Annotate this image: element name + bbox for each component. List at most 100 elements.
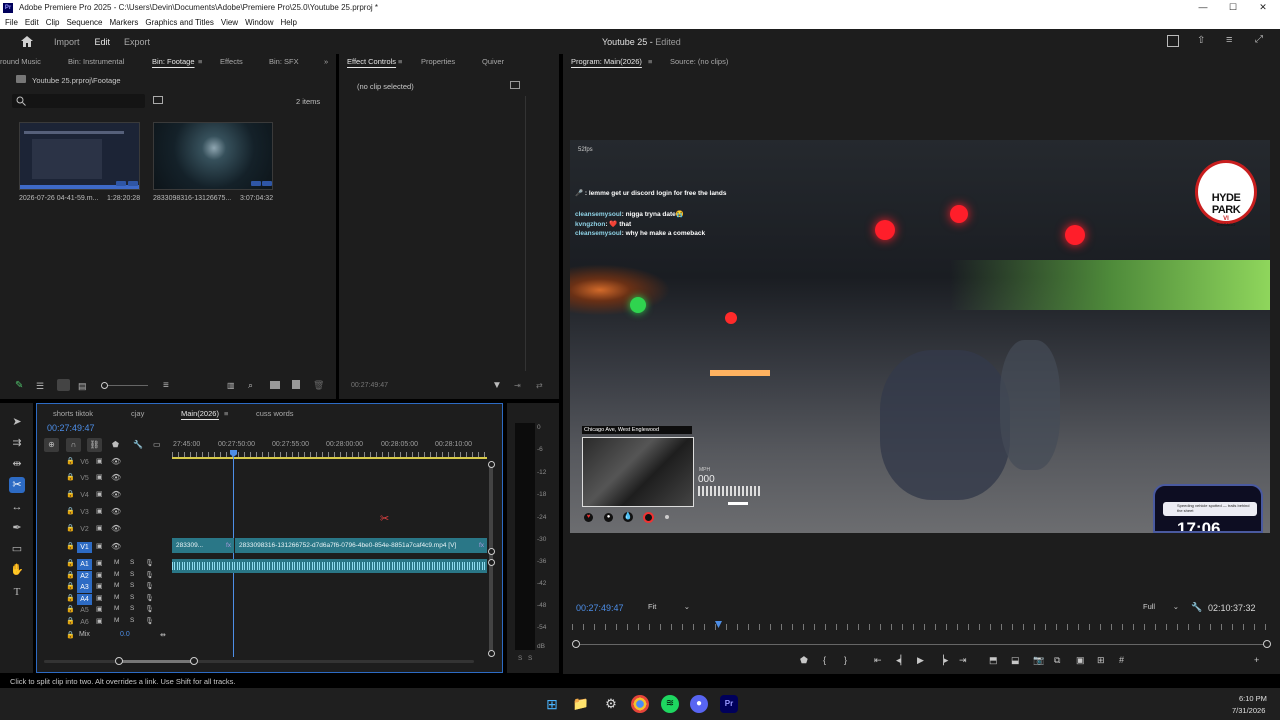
a-scroll-handle[interactable]: [488, 559, 495, 566]
play-audio-icon[interactable]: ⇥: [514, 381, 521, 390]
new-item-icon[interactable]: [292, 380, 300, 389]
tab-cjay[interactable]: cjay: [131, 406, 144, 421]
panel-menu-icon[interactable]: ≡: [198, 54, 202, 69]
hand-tool-icon[interactable]: ✋: [9, 562, 25, 578]
more-tabs-icon[interactable]: »: [324, 54, 328, 69]
spotify-icon[interactable]: ≋: [661, 695, 679, 713]
find-icon[interactable]: ⌕: [248, 380, 253, 391]
close-button[interactable]: ✕: [1250, 0, 1276, 15]
play-icon[interactable]: ▶: [917, 655, 924, 666]
add-marker-icon[interactable]: ⬟: [800, 655, 808, 666]
video-clip-short[interactable]: 283309... fx: [172, 538, 234, 553]
tab-bin-footage[interactable]: Bin: Footage: [152, 54, 195, 69]
program-ruler[interactable]: [572, 624, 1272, 630]
file-explorer-icon[interactable]: 📁: [572, 695, 590, 713]
fit-dropdown[interactable]: Fit ⌄: [648, 600, 692, 613]
linked-selection-icon[interactable]: ⛓: [87, 438, 102, 452]
v-scroll-handle-mid[interactable]: [488, 548, 495, 555]
minimize-button[interactable]: —: [1190, 0, 1216, 15]
clock-date[interactable]: 7/31/2026: [1232, 706, 1265, 715]
lift-icon[interactable]: ⬒: [989, 655, 998, 666]
tab-shorts-tiktok[interactable]: shorts tiktok: [53, 406, 93, 421]
audio-clip-a1[interactable]: [172, 559, 487, 573]
share-icon[interactable]: ⇧: [1197, 35, 1205, 46]
timeline-timecode[interactable]: 00:27:49:47: [47, 423, 95, 433]
menu-view[interactable]: View: [221, 18, 238, 27]
a-scroll-handle-bottom[interactable]: [488, 650, 495, 657]
tab-round-music[interactable]: round Music: [0, 54, 41, 69]
program-zoom-bar[interactable]: [577, 644, 1267, 645]
ripple-edit-tool-icon[interactable]: ⇹: [9, 456, 25, 472]
go-to-in-icon[interactable]: ⇤: [874, 655, 882, 666]
h-scroll-handle-right[interactable]: [190, 657, 198, 665]
windows-start-icon[interactable]: ⊞: [543, 695, 561, 713]
pen-tool-icon[interactable]: ✒: [9, 520, 25, 536]
add-marker-icon[interactable]: ⬟: [112, 440, 119, 449]
menu-help[interactable]: Help: [281, 18, 297, 27]
razor-tool-icon[interactable]: ✂: [9, 477, 25, 493]
panel-menu-icon[interactable]: ≡: [224, 406, 228, 421]
menu-sequence[interactable]: Sequence: [66, 18, 102, 27]
menu-window[interactable]: Window: [245, 18, 273, 27]
zoom-slider-handle[interactable]: [101, 382, 108, 389]
timeline-scroll-thumb[interactable]: [117, 660, 195, 663]
multi-camera-icon[interactable]: ▣: [1076, 655, 1085, 666]
tab-quiver[interactable]: Quiver: [482, 54, 504, 69]
tab-source[interactable]: Source: (no clips): [670, 54, 728, 69]
tab-import[interactable]: Import: [54, 37, 80, 47]
automate-icon[interactable]: ▥: [227, 381, 235, 390]
tab-program[interactable]: Program: Main(2026): [571, 54, 642, 69]
tab-cuss-words[interactable]: cuss words: [256, 406, 294, 421]
safe-margins-icon[interactable]: ⊞: [1097, 655, 1105, 666]
insert-sequence-icon[interactable]: ⊕: [44, 438, 59, 452]
quality-dropdown[interactable]: Full ⌄: [1143, 600, 1181, 613]
captions-icon[interactable]: ▭: [153, 440, 161, 449]
tab-properties[interactable]: Properties: [421, 54, 455, 69]
tab-export[interactable]: Export: [124, 37, 150, 47]
tab-edit[interactable]: Edit: [95, 37, 111, 47]
fullscreen-icon[interactable]: ⤢: [1255, 34, 1263, 45]
settings-icon[interactable]: ≡: [1226, 34, 1232, 46]
freeform-view-icon[interactable]: ▤: [78, 381, 87, 392]
export-frame-icon[interactable]: 📷: [1033, 655, 1044, 666]
program-timecode[interactable]: 00:27:49:47: [576, 603, 624, 613]
selection-tool-icon[interactable]: ➤: [9, 414, 25, 430]
menu-markers[interactable]: Markers: [110, 18, 139, 27]
premiere-taskbar-icon[interactable]: Pr: [720, 695, 738, 713]
zoom-handle-right[interactable]: [1263, 640, 1271, 648]
workspaces-icon[interactable]: [1167, 35, 1179, 47]
settings-app-icon[interactable]: ⚙: [602, 695, 620, 713]
slip-tool-icon[interactable]: ↔: [9, 499, 25, 515]
mark-out-icon[interactable]: }: [844, 655, 847, 665]
list-view-icon[interactable]: ☰: [36, 381, 44, 392]
home-icon[interactable]: [21, 36, 33, 47]
step-forward-icon[interactable]: ▕▸: [937, 655, 948, 666]
type-tool-icon[interactable]: T: [9, 584, 25, 600]
menu-file[interactable]: File: [5, 18, 18, 27]
h-scroll-handle-left[interactable]: [115, 657, 123, 665]
menu-edit[interactable]: Edit: [25, 18, 39, 27]
loop-icon[interactable]: ⇄: [536, 381, 543, 390]
chrome-icon[interactable]: [631, 695, 649, 713]
menu-clip[interactable]: Clip: [46, 18, 60, 27]
tab-effect-controls[interactable]: Effect Controls: [347, 54, 396, 69]
search-input[interactable]: [12, 94, 145, 108]
timeline-settings-icon[interactable]: 🔧: [133, 440, 143, 449]
snap-icon[interactable]: ∩: [66, 438, 81, 452]
rectangle-tool-icon[interactable]: ▭: [9, 541, 25, 557]
filter-icon[interactable]: ▼: [492, 380, 502, 391]
new-bin-icon[interactable]: [153, 96, 163, 104]
tab-main-2026[interactable]: Main(2026): [181, 406, 219, 421]
comparison-view-icon[interactable]: ⧉: [1054, 655, 1060, 666]
clip-name-2[interactable]: 2833098316-13126675...: [153, 195, 231, 202]
maximize-button[interactable]: ☐: [1220, 0, 1246, 15]
sort-icon[interactable]: ≡: [163, 380, 169, 391]
discord-icon[interactable]: ●: [690, 695, 708, 713]
toggle-timeline-icon[interactable]: [510, 81, 520, 89]
tab-bin-sfx[interactable]: Bin: SFX: [269, 54, 299, 69]
meter-solo-left[interactable]: S: [518, 655, 522, 662]
pencil-icon[interactable]: ✎: [15, 380, 23, 391]
zoom-slider[interactable]: [104, 385, 148, 386]
mark-in-icon[interactable]: {: [823, 655, 826, 665]
step-back-icon[interactable]: ◂▏: [896, 655, 907, 666]
